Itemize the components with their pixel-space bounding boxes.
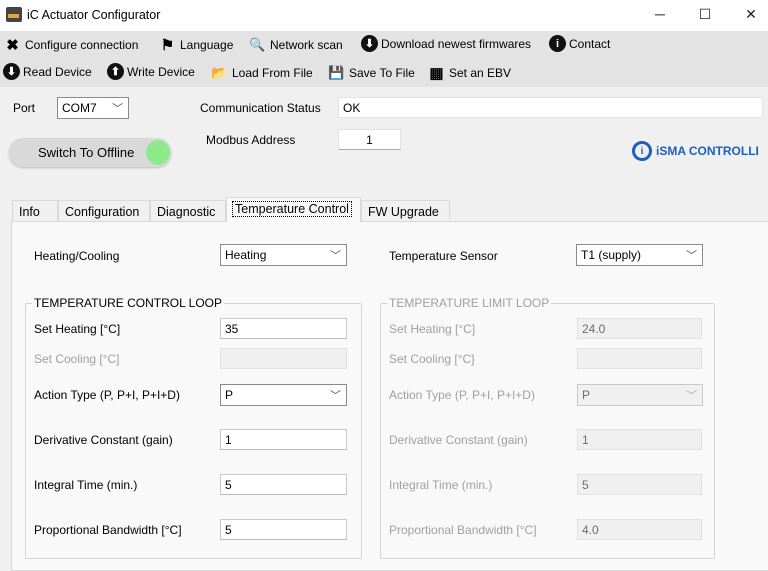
maximize-button[interactable]: ☐: [695, 6, 715, 24]
tab-diagnostic[interactable]: Diagnostic: [150, 200, 226, 222]
group-title: TEMPERATURE LIMIT LOOP: [387, 296, 552, 310]
select-value: P: [225, 388, 234, 402]
proportional-bandwidth-field[interactable]: 5: [220, 519, 347, 540]
tab-configuration[interactable]: Configuration: [58, 200, 150, 222]
tab-label: Configuration: [65, 205, 140, 219]
port-select[interactable]: COM7 ﹀: [57, 97, 129, 119]
chevron-down-icon: ﹀: [686, 390, 697, 402]
limit-derivative-constant-label: Derivative Constant (gain): [389, 433, 528, 447]
wrench-screwdriver-icon: ✖: [6, 36, 19, 54]
tab-info[interactable]: Info: [12, 200, 58, 222]
chevron-down-icon: ﹀: [330, 250, 341, 262]
button-label: Contact: [569, 36, 611, 51]
button-label: Network scan: [270, 37, 343, 52]
button-label: Read Device: [23, 64, 92, 79]
network-scan-button[interactable]: 🔍 Network scan: [248, 35, 343, 54]
limit-proportional-bandwidth-label: Proportional Bandwidth [°C]: [389, 523, 537, 537]
temperature-sensor-label: Temperature Sensor: [389, 249, 498, 263]
set-cooling-label: Set Cooling [°C]: [34, 352, 120, 366]
tab-temperature-control[interactable]: Temperature Control: [226, 197, 361, 222]
derivative-constant-label: Derivative Constant (gain): [34, 433, 173, 447]
tab-label: Temperature Control: [232, 201, 352, 217]
download-circle-icon: ⬇: [361, 35, 378, 52]
download-circle-icon: ⬇: [3, 63, 20, 80]
limit-proportional-bandwidth-field: 4.0: [577, 519, 702, 540]
communication-status-field: OK: [338, 97, 763, 118]
button-label: Load From File: [232, 65, 313, 80]
title-bar: iC Actuator Configurator ─ ☐ ✕: [0, 0, 768, 31]
button-label: Set an EBV: [449, 65, 512, 80]
select-value: P: [582, 388, 591, 402]
minimize-button[interactable]: ─: [650, 6, 670, 24]
modbus-address-field[interactable]: 1: [338, 129, 401, 150]
integral-time-label: Integral Time (min.): [34, 478, 138, 492]
button-label: Write Device: [127, 64, 195, 79]
save-icon: 💾: [328, 64, 345, 80]
language-button[interactable]: ⚑ Language: [158, 35, 234, 54]
limit-derivative-constant-field: 1: [577, 429, 702, 450]
proportional-bandwidth-label: Proportional Bandwidth [°C]: [34, 523, 182, 537]
connection-status-led: [146, 140, 170, 165]
folder-icon: 📂: [211, 64, 228, 80]
flag-icon: ⚑: [160, 36, 175, 54]
chevron-down-icon: ﹀: [686, 250, 697, 262]
close-button[interactable]: ✕: [741, 6, 761, 24]
select-value: Heating: [225, 248, 267, 262]
limit-set-cooling-field: [577, 348, 702, 369]
communication-status-label: Communication Status: [200, 101, 321, 115]
logo-mark: i: [632, 141, 652, 161]
limit-set-cooling-label: Set Cooling [°C]: [389, 352, 475, 366]
button-label: Download newest firmwares: [381, 36, 532, 51]
limit-set-heating-label: Set Heating [°C]: [389, 322, 476, 336]
isma-logo: i iSMA CONTROLLI: [632, 141, 759, 161]
heating-cooling-label: Heating/Cooling: [34, 249, 120, 263]
tab-label: Diagnostic: [157, 205, 216, 219]
load-from-file-button[interactable]: 📂 Load From File: [210, 63, 313, 82]
limit-action-type-select: P ﹀: [577, 384, 703, 406]
info-icon: i: [549, 35, 566, 52]
contact-button[interactable]: i Contact: [549, 35, 610, 52]
app-icon: [6, 7, 22, 22]
limit-set-heating-field: 24.0: [577, 318, 702, 339]
modbus-address-label: Modbus Address: [206, 133, 296, 147]
button-label: Save To File: [349, 65, 415, 80]
switch-label: Switch To Offline: [38, 145, 135, 160]
heating-cooling-select[interactable]: Heating ﹀: [220, 244, 347, 266]
chevron-down-icon: ﹀: [112, 103, 123, 115]
limit-integral-time-field: 5: [577, 474, 702, 495]
download-firmwares-button[interactable]: ⬇ Download newest firmwares: [361, 35, 531, 52]
derivative-constant-field[interactable]: 1: [220, 429, 347, 450]
logo-text: iSMA CONTROLLI: [656, 144, 759, 158]
chevron-down-icon: ﹀: [330, 390, 341, 402]
action-type-label: Action Type (P, P+I, P+I+D): [34, 388, 180, 402]
limit-action-type-label: Action Type (P, P+I, P+I+D): [389, 388, 535, 402]
tab-label: Info: [19, 205, 40, 219]
set-ebv-button[interactable]: ▦ Set an EBV: [427, 63, 511, 82]
tab-label: FW Upgrade: [368, 205, 439, 219]
toolbar: ✖ Configure connection ⚑ Language 🔍 Network…: [0, 31, 768, 87]
save-to-file-button[interactable]: 💾 Save To File: [327, 63, 415, 82]
tab-fw-upgrade[interactable]: FW Upgrade: [361, 200, 450, 222]
temperature-sensor-select[interactable]: T1 (supply) ﹀: [576, 244, 703, 266]
set-heating-field[interactable]: 35: [220, 318, 347, 339]
write-device-button[interactable]: ⬆ Write Device: [107, 63, 195, 80]
switch-offline-button[interactable]: Switch To Offline: [9, 138, 171, 167]
action-type-select[interactable]: P ﹀: [220, 384, 347, 406]
button-label: Language: [180, 37, 234, 52]
upload-circle-icon: ⬆: [107, 63, 124, 80]
ebv-device-icon: ▦: [429, 64, 444, 82]
search-icon: 🔍: [249, 36, 266, 52]
limit-integral-time-label: Integral Time (min.): [389, 478, 493, 492]
read-device-button[interactable]: ⬇ Read Device: [3, 63, 92, 80]
configure-connection-button[interactable]: ✖ Configure connection: [3, 35, 138, 54]
button-label: Configure connection: [25, 37, 139, 52]
set-cooling-field: [220, 348, 347, 369]
port-value: COM7: [62, 101, 97, 115]
port-label: Port: [13, 101, 36, 115]
integral-time-field[interactable]: 5: [220, 474, 347, 495]
window-title: iC Actuator Configurator: [27, 8, 161, 22]
group-title: TEMPERATURE CONTROL LOOP: [32, 296, 225, 310]
set-heating-label: Set Heating [°C]: [34, 322, 121, 336]
select-value: T1 (supply): [581, 248, 642, 262]
